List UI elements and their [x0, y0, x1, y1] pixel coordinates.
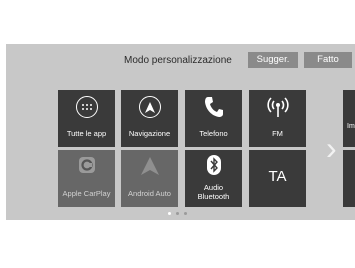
tile-phone[interactable]: Telefono — [185, 90, 242, 147]
tile-partial-next[interactable]: Im — [343, 90, 355, 147]
page-dot[interactable] — [176, 212, 179, 215]
tile-label: FM — [272, 129, 283, 138]
tile-label: Navigazione — [128, 129, 171, 138]
tile-label: Tutte le app — [66, 129, 107, 138]
bluetooth-icon — [185, 154, 242, 176]
page-dot[interactable] — [168, 212, 171, 215]
radio-antenna-icon — [249, 96, 306, 118]
tile-audio-bluetooth[interactable]: Audio Bluetooth — [185, 150, 242, 207]
chevron-right-icon[interactable]: › — [326, 132, 337, 164]
navigation-arrow-icon — [121, 96, 178, 118]
tile-partial-next-row2[interactable] — [343, 150, 355, 207]
page-title: Modo personalizzazione — [124, 55, 232, 66]
tile-apple-carplay[interactable]: Apple CarPlay — [58, 150, 115, 207]
phone-icon — [185, 96, 242, 118]
tile-label: TA — [268, 168, 287, 185]
page-indicator — [168, 212, 187, 215]
tile-label: Apple CarPlay — [62, 189, 111, 198]
tile-android-auto[interactable]: Android Auto — [121, 150, 178, 207]
tile-all-apps[interactable]: Tutte le app — [58, 90, 115, 147]
tile-label: Android Auto — [128, 189, 171, 198]
apps-grid-icon — [58, 96, 115, 118]
tile-label: Telefono — [199, 129, 228, 138]
done-button[interactable]: Fatto — [304, 52, 352, 68]
tile-navigation[interactable]: Navigazione — [121, 90, 178, 147]
tile-ta[interactable]: TA — [249, 150, 306, 207]
suggestions-button[interactable]: Sugger. — [248, 52, 298, 68]
page-dot[interactable] — [184, 212, 187, 215]
tile-fm[interactable]: FM — [249, 90, 306, 147]
tile-label: Im — [347, 123, 355, 130]
android-auto-icon — [121, 156, 178, 176]
tile-label: Audio Bluetooth — [197, 183, 230, 201]
carplay-icon — [58, 156, 115, 174]
